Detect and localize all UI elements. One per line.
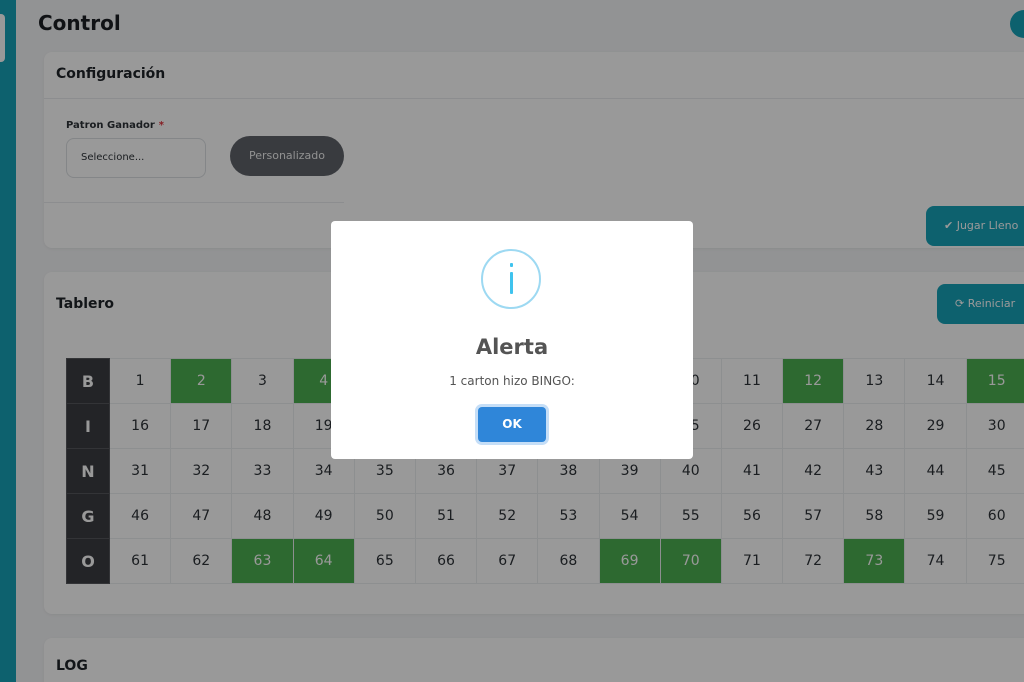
alert-title: Alerta (475, 335, 549, 359)
info-icon (481, 249, 541, 309)
alert-message: 1 carton hizo BINGO: (449, 374, 575, 388)
alert-dialog: Alerta 1 carton hizo BINGO: OK (331, 221, 693, 459)
ok-button[interactable]: OK (478, 407, 546, 442)
